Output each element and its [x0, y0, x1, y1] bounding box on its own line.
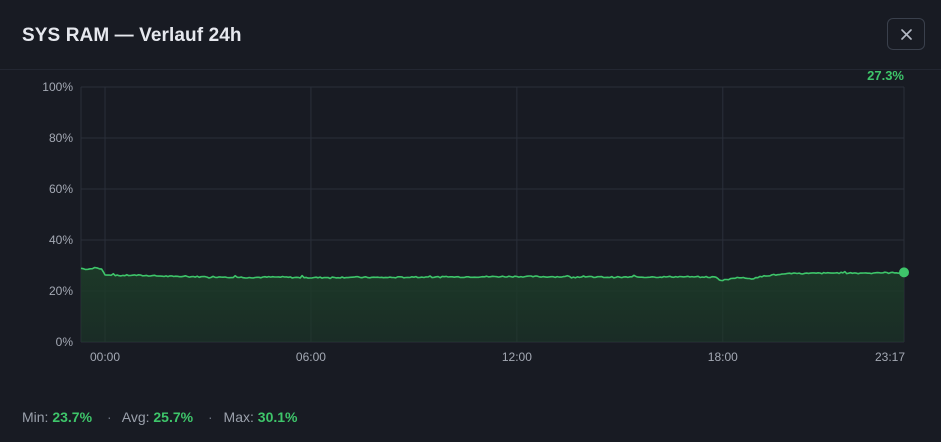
min-value: 23.7% [52, 409, 93, 425]
max-value: 30.1% [257, 409, 298, 425]
ram-series-area [81, 267, 904, 342]
max-label: Max: [223, 409, 254, 425]
ram-history-dialog: SYS RAM — Verlauf 24h 100% 80% 60% 40% 20% 0%… [0, 0, 941, 442]
y-tick-label: 40% [49, 233, 73, 247]
y-tick-label: 20% [49, 284, 73, 298]
x-tick-label: 06:00 [296, 350, 326, 364]
current-value-label: 27.3% [867, 68, 904, 83]
close-icon [901, 29, 912, 40]
ram-chart: 100% 80% 60% 40% 20% 0% 00:00 06:00 12:00 18:00 23… [0, 60, 941, 380]
dialog-title: SYS RAM — Verlauf 24h [22, 25, 242, 46]
separator-dot: · [207, 409, 213, 425]
x-tick-label: 12:00 [502, 350, 532, 364]
x-tick-label: 00:00 [90, 350, 120, 364]
separator-dot: · [106, 409, 112, 425]
y-tick-label: 0% [56, 335, 74, 349]
close-button[interactable] [887, 18, 925, 50]
x-tick-label: 18:00 [708, 350, 738, 364]
y-tick-label: 60% [49, 182, 73, 196]
y-tick-label: 100% [42, 80, 73, 94]
min-label: Min: [22, 409, 49, 425]
ram-chart-svg: 100% 80% 60% 40% 20% 0% 00:00 06:00 12:00 18:00 23… [42, 68, 909, 364]
avg-value: 25.7% [153, 409, 194, 425]
current-value-point [899, 267, 909, 278]
x-tick-label: 23:17 [875, 350, 905, 364]
y-tick-label: 80% [49, 131, 73, 145]
avg-label: Avg: [121, 409, 150, 425]
stats-bar: Min: 23.7% · Avg: 25.7% · Max: 30.1% [22, 409, 297, 425]
